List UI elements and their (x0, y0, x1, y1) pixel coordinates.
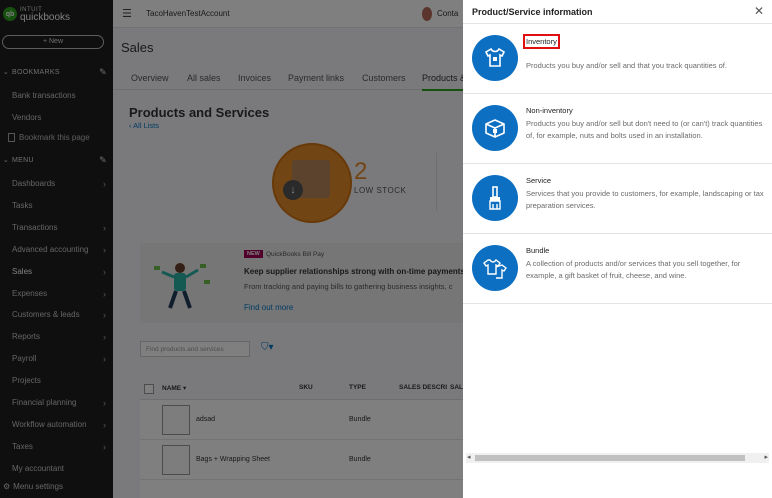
option-bundle[interactable]: Bundle A collection of products and/or s… (463, 234, 772, 304)
paintbrush-icon (472, 175, 518, 221)
option-inventory-desc: Products you buy and/or sell and that yo… (526, 61, 727, 70)
option-non-inventory[interactable]: Non-inventory Products you buy and/or se… (463, 94, 772, 164)
option-non-inventory-name: Non-inventory (526, 106, 573, 115)
option-non-inventory-desc: Products you buy and/or sell but don't n… (526, 119, 763, 140)
option-bundle-desc: A collection of products and/or services… (526, 259, 741, 280)
scroll-left-arrow-icon[interactable]: ◂ (467, 453, 471, 461)
bundle-icon (472, 245, 518, 291)
option-inventory-name: Inventory (523, 34, 560, 49)
scroll-right-arrow-icon[interactable]: ▸ (764, 453, 768, 461)
modal-overlay[interactable] (0, 0, 463, 498)
option-service-desc: Services that you provide to customers, … (526, 189, 764, 210)
option-bundle-name: Bundle (526, 246, 550, 255)
product-service-panel: Product/Service information ✕ Inventory … (463, 0, 772, 498)
horizontal-scrollbar[interactable]: ◂ ▸ (466, 453, 769, 463)
box-icon (472, 105, 518, 151)
panel-title: Product/Service information (472, 7, 593, 17)
option-inventory[interactable]: Inventory Products you buy and/or sell a… (463, 24, 772, 94)
tshirt-icon (472, 35, 518, 81)
app-root: qb INTUIT quickbooks + New ⌄ BOOKMARKS ✎… (0, 0, 772, 498)
option-service[interactable]: Service Services that you provide to cus… (463, 164, 772, 234)
panel-header: Product/Service information ✕ (463, 0, 772, 24)
option-service-name: Service (526, 176, 552, 185)
scrollbar-thumb[interactable] (475, 455, 745, 461)
close-icon[interactable]: ✕ (754, 4, 764, 18)
